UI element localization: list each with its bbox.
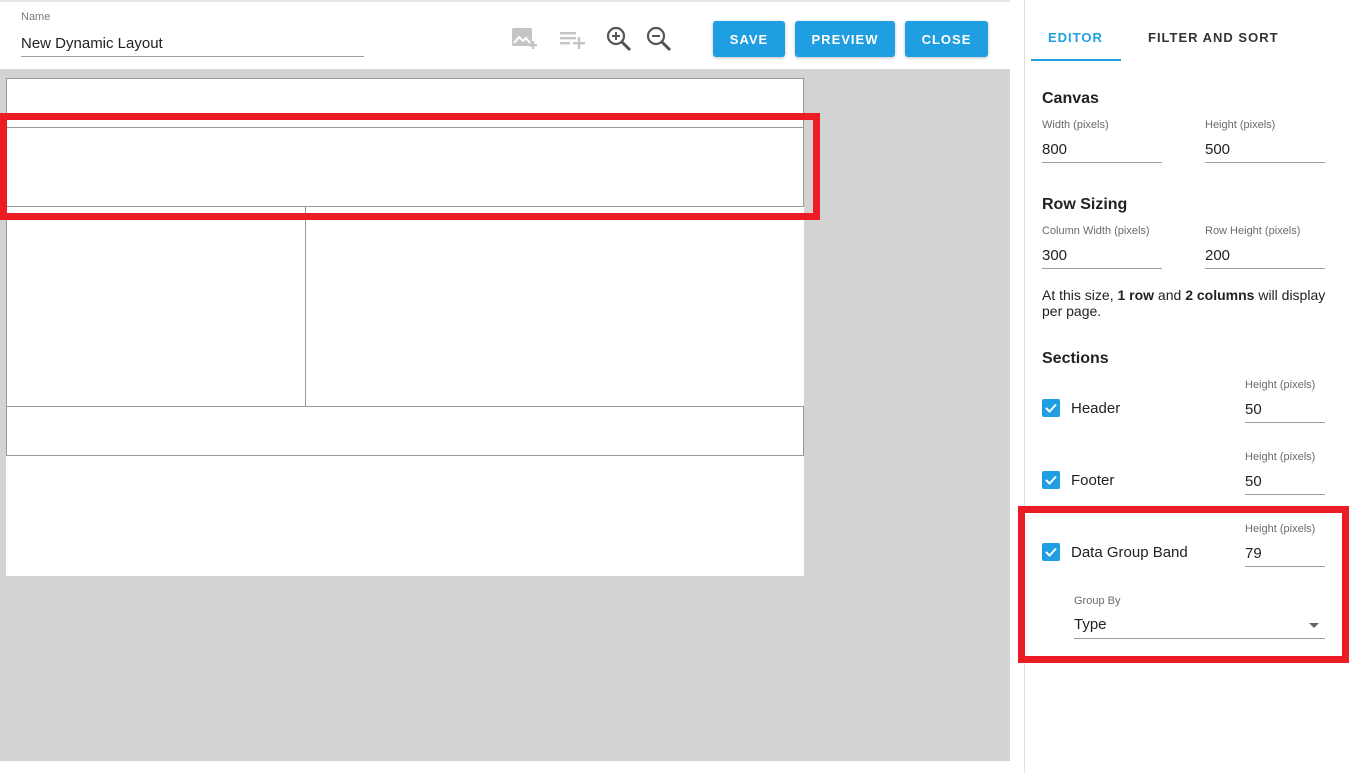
tab-editor[interactable]: EDITOR (1048, 30, 1103, 45)
row-cell-region[interactable] (6, 206, 306, 407)
save-button[interactable]: SAVE (713, 21, 785, 57)
data-group-band-highlight (1018, 506, 1349, 663)
column-width-label: Column Width (pixels) (1042, 225, 1150, 237)
name-label: Name (21, 11, 51, 23)
footer-checkbox[interactable] (1042, 471, 1060, 489)
page-capacity-info: At this size, 1 row and 2 columns will d… (1042, 287, 1326, 319)
editor-panel: EDITOR FILTER AND SORT Canvas Width (pix… (1018, 0, 1350, 773)
canvas-height-label: Height (pixels) (1205, 119, 1276, 131)
checkmark-icon (1045, 403, 1057, 413)
header-checkbox[interactable] (1042, 399, 1060, 417)
footer-height-input[interactable] (1245, 469, 1325, 495)
layout-name-input[interactable] (21, 31, 364, 57)
canvas-band-highlight (0, 113, 820, 220)
preview-button[interactable]: PREVIEW (795, 21, 895, 57)
header-height-input[interactable] (1245, 397, 1325, 423)
row-sizing-section-title: Row Sizing (1042, 196, 1128, 213)
active-tab-indicator (1031, 59, 1121, 61)
toolbar: Name SAVE PREVI (0, 0, 1010, 70)
header-section-label: Header (1071, 400, 1121, 417)
row-height-label: Row Height (pixels) (1205, 225, 1301, 237)
add-image-icon[interactable] (509, 24, 539, 54)
zoom-in-icon[interactable] (604, 24, 634, 54)
header-height-label: Height (pixels) (1245, 379, 1316, 391)
canvas-width-input[interactable] (1042, 137, 1162, 163)
layout-workspace (0, 70, 1010, 761)
column-width-input[interactable] (1042, 243, 1162, 269)
footer-height-label: Height (pixels) (1245, 451, 1316, 463)
canvas-section-title: Canvas (1042, 90, 1099, 107)
row-height-input[interactable] (1205, 243, 1325, 269)
add-list-icon[interactable] (557, 24, 587, 54)
footer-section-label: Footer (1071, 472, 1115, 489)
close-button[interactable]: CLOSE (905, 21, 988, 57)
canvas-height-input[interactable] (1205, 137, 1325, 163)
zoom-out-icon[interactable] (644, 24, 674, 54)
tab-filter-and-sort[interactable]: FILTER AND SORT (1148, 30, 1279, 45)
footer-region[interactable] (6, 406, 804, 456)
checkmark-icon (1045, 475, 1057, 485)
canvas-width-label: Width (pixels) (1042, 119, 1109, 131)
sections-section-title: Sections (1042, 350, 1109, 367)
